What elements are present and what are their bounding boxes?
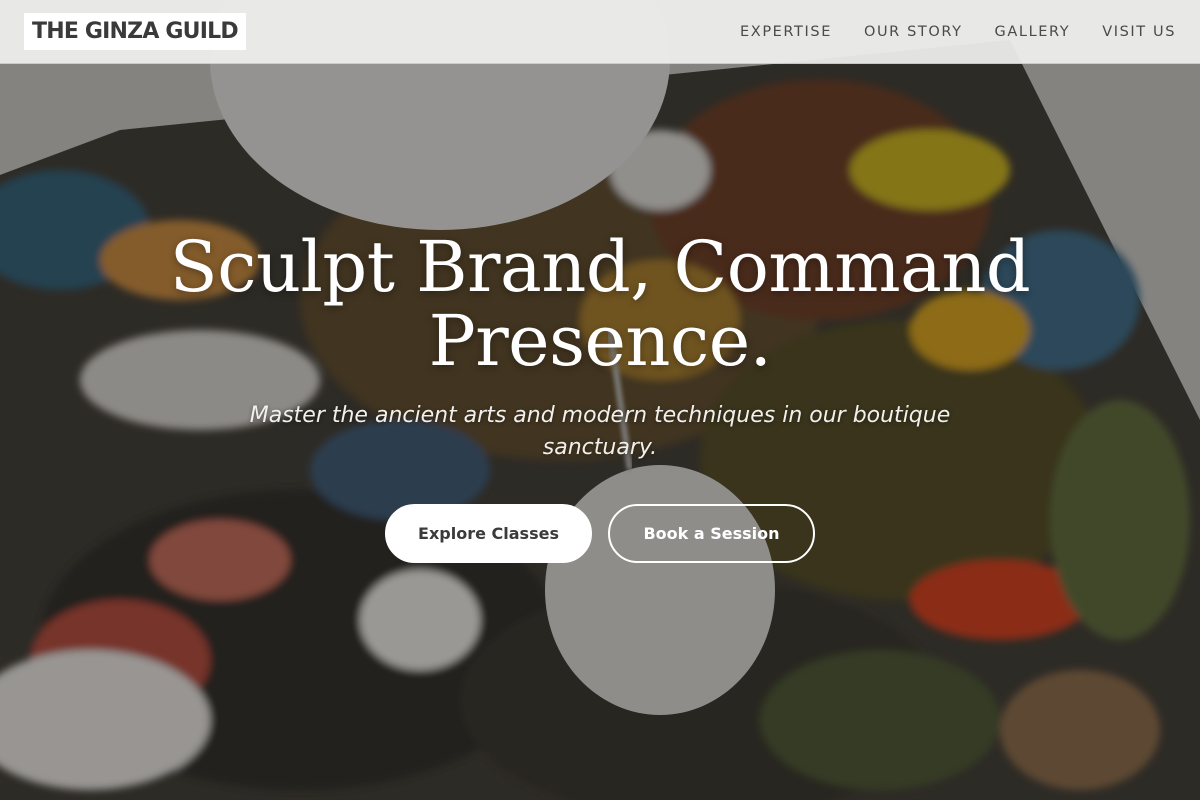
- nav-link-our-story[interactable]: OUR STORY: [864, 24, 963, 40]
- explore-classes-button[interactable]: Explore Classes: [385, 504, 592, 563]
- book-session-button[interactable]: Book a Session: [608, 504, 815, 563]
- landing-page: THE GINZA GUILD EXPERTISE OUR STORY GALL…: [0, 0, 1200, 800]
- site-header: THE GINZA GUILD EXPERTISE OUR STORY GALL…: [0, 0, 1200, 64]
- logo[interactable]: THE GINZA GUILD: [24, 13, 246, 50]
- hero-subtitle: Master the ancient arts and modern techn…: [249, 403, 951, 460]
- main-nav: EXPERTISE OUR STORY GALLERY VISIT US: [740, 0, 1176, 64]
- cta-row: Explore Classes Book a Session: [0, 504, 1200, 563]
- hero-title: Sculpt Brand, Command Presence.: [169, 226, 1031, 382]
- nav-link-gallery[interactable]: GALLERY: [995, 24, 1071, 40]
- hero-section: Sculpt Brand, Command Presence. Master t…: [0, 230, 1200, 563]
- nav-link-expertise[interactable]: EXPERTISE: [740, 24, 832, 40]
- nav-link-visit-us[interactable]: VISIT US: [1102, 24, 1176, 40]
